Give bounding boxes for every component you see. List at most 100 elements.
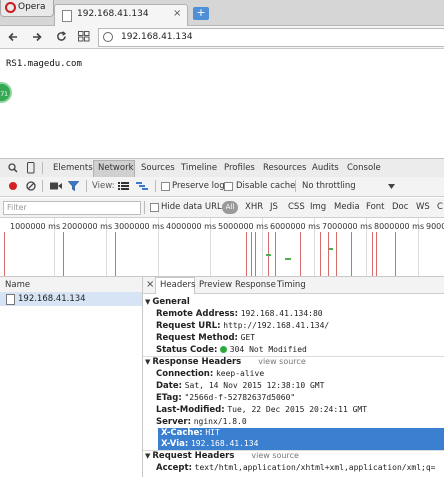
header-value: Tue, 22 Dec 2015 20:24:11 GMT (227, 405, 368, 414)
close-tab-icon[interactable]: × (173, 8, 181, 19)
header-value: http://192.168.41.134/ (223, 321, 330, 330)
forward-arrow-icon[interactable] (32, 32, 42, 42)
timeline-request-marker (336, 232, 337, 276)
preserve-log-checkbox[interactable] (161, 182, 170, 191)
network-toolbar: View: Preserve log Disable cache No thro… (0, 177, 444, 197)
timeline-request-marker (372, 232, 373, 276)
timeline-overview[interactable]: 1000000 ms 2000000 ms 3000000 ms 4000000… (0, 218, 444, 277)
tab-timeline[interactable]: Timeline (181, 163, 217, 173)
timeline-request-marker (115, 232, 116, 276)
filter-type-font[interactable]: Font (366, 202, 385, 212)
large-rows-icon[interactable] (118, 182, 129, 190)
tab-audits[interactable]: Audits (312, 163, 339, 173)
screenshot-camera-icon[interactable] (50, 182, 62, 190)
filter-type-media[interactable]: Media (334, 202, 360, 212)
view-source-link[interactable]: view source (251, 451, 299, 460)
tab-sources[interactable]: Sources (141, 163, 175, 173)
request-header-line: Accept: text/html,application/xhtml+xml,… (156, 463, 436, 473)
header-value: 304 Not Modified (229, 345, 307, 354)
new-tab-button[interactable]: + (193, 7, 209, 20)
header-name: X-Cache: (161, 428, 203, 438)
hide-data-urls-checkbox[interactable] (150, 203, 159, 212)
tab-preview[interactable]: Preview (199, 280, 232, 290)
floating-badge[interactable]: 71 (0, 82, 12, 103)
header-value: nginx/1.8.0 (193, 417, 247, 426)
document-icon (6, 294, 15, 305)
tab-profiles[interactable]: Profiles (224, 163, 255, 173)
timeline-tick-label: 2000000 ms (62, 222, 113, 231)
reload-icon[interactable] (56, 31, 67, 42)
site-info-icon[interactable] (103, 32, 113, 42)
filter-type-css[interactable]: CSS (288, 202, 305, 212)
timeline-request-marker (351, 232, 352, 276)
opera-menu-button[interactable]: Opera (0, 0, 54, 17)
header-line-status-code: Status Code: 304 Not Modified (156, 345, 307, 355)
timeline-request-marker (275, 232, 276, 276)
toolbar-divider (42, 180, 43, 192)
browser-tab[interactable]: 192.168.41.134 × (54, 4, 188, 27)
overview-waterfall-icon[interactable] (136, 182, 148, 190)
header-name: Status Code: (156, 345, 218, 355)
url-text[interactable]: 192.168.41.134 (121, 32, 193, 42)
tab-headers[interactable]: Headers (160, 280, 195, 290)
request-name: 192.168.41.134 (18, 294, 86, 304)
speed-dial-grid-icon[interactable] (78, 31, 90, 42)
hide-data-urls-label: Hide data URLs (161, 202, 227, 212)
view-source-link[interactable]: view source (258, 357, 306, 366)
response-header-line-selected: X-Cache: HIT (158, 428, 444, 439)
disable-cache-checkbox[interactable] (224, 182, 233, 191)
request-headers-section-header[interactable]: ▼ Request Headers view source (145, 451, 299, 461)
filter-funnel-icon[interactable] (68, 181, 79, 191)
response-header-line: Date: Sat, 14 Nov 2015 12:38:10 GMT (156, 381, 324, 391)
tab-elements[interactable]: Elements (53, 163, 93, 173)
timeline-tick-label: 3000000 ms (114, 222, 165, 231)
clear-icon[interactable] (26, 181, 36, 191)
close-details-icon[interactable]: × (146, 279, 154, 290)
header-name: Connection: (156, 369, 214, 379)
response-headers-section-header[interactable]: ▼ Response Headers view source (145, 357, 306, 367)
header-name: ETag: (156, 393, 182, 403)
request-headers-title: Request Headers (152, 451, 235, 461)
tab-resources[interactable]: Resources (263, 163, 306, 173)
filter-type-other[interactable]: C (437, 202, 443, 212)
filter-input[interactable]: Filter (3, 201, 141, 215)
inspect-search-icon[interactable] (8, 163, 18, 173)
response-header-line: Last-Modified: Tue, 22 Dec 2015 20:24:11… (156, 405, 367, 415)
tab-timing[interactable]: Timing (277, 280, 306, 290)
device-mode-icon[interactable] (27, 162, 35, 174)
tab-network[interactable]: Network (98, 163, 134, 173)
timeline-tick-label: 5000000 ms (218, 222, 269, 231)
view-label: View: (92, 181, 115, 191)
toolbar-divider (155, 180, 156, 192)
record-icon[interactable] (9, 182, 17, 190)
expand-triangle-icon: ▼ (145, 298, 151, 306)
request-row[interactable]: 192.168.41.134 (0, 292, 142, 306)
chevron-down-icon[interactable] (388, 184, 395, 189)
opera-logo-icon (5, 2, 16, 13)
tab-response[interactable]: Response (235, 280, 276, 290)
header-value: 192.168.41.134:80 (240, 309, 323, 318)
header-value: HIT (205, 428, 220, 437)
tab-console[interactable]: Console (347, 163, 381, 173)
devtools-tab-bar: Elements Network Sources Timeline Profil… (0, 158, 444, 178)
address-bar[interactable]: 192.168.41.134 (98, 28, 444, 47)
filter-type-all[interactable]: All (222, 201, 238, 214)
timeline-tick-label: 9000 (426, 222, 444, 231)
filter-type-img[interactable]: Img (310, 202, 326, 212)
timeline-request-marker (63, 232, 64, 276)
name-column-header[interactable]: Name (0, 277, 142, 293)
filter-type-doc[interactable]: Doc (392, 202, 408, 212)
filter-type-xhr[interactable]: XHR (245, 202, 263, 212)
header-value: GET (240, 333, 256, 342)
throttling-select[interactable]: No throttling (302, 181, 356, 191)
filter-type-js[interactable]: JS (270, 202, 278, 212)
back-arrow-icon[interactable] (8, 32, 18, 42)
header-name: Remote Address: (156, 309, 239, 319)
preserve-log-label: Preserve log (172, 181, 225, 191)
header-value: keep-alive (215, 369, 265, 378)
filter-type-ws[interactable]: WS (416, 202, 430, 212)
response-header-line: Server: nginx/1.8.0 (156, 417, 247, 427)
timeline-request-marker (300, 232, 301, 276)
general-section-header[interactable]: ▼ General (145, 297, 190, 307)
expand-triangle-icon: ▼ (145, 358, 151, 366)
